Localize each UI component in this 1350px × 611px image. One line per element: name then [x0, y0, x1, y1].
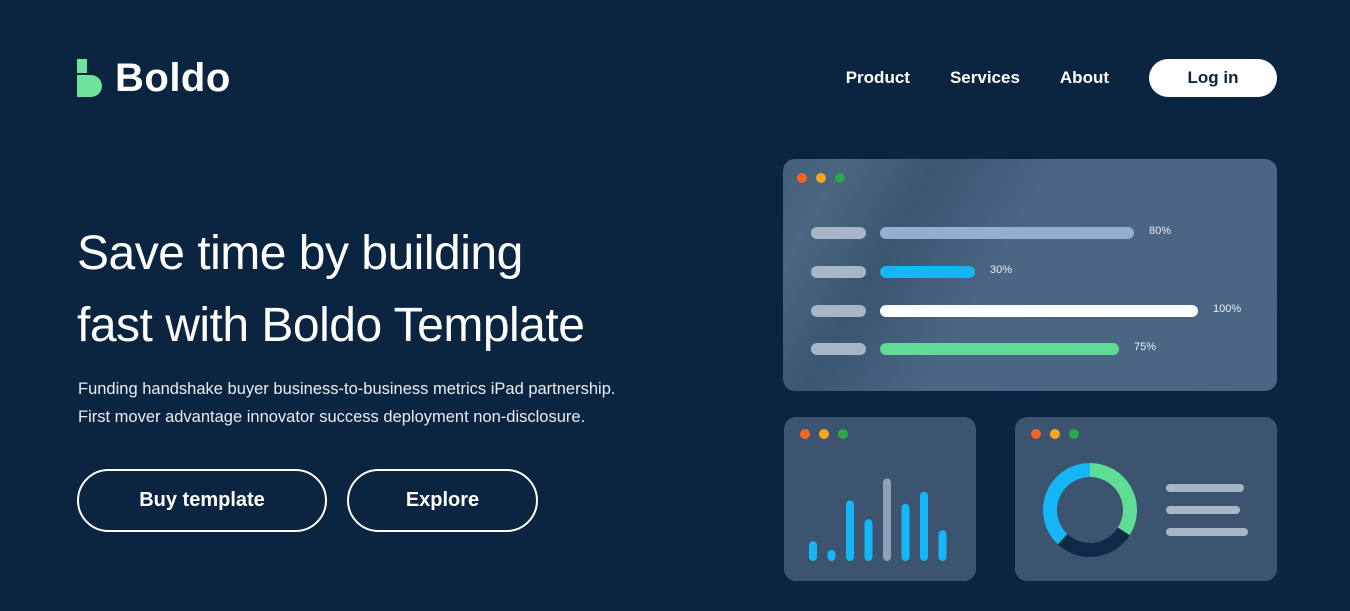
- progress-bar: [880, 266, 975, 278]
- progress-card: 80% 30% 100% 75%: [783, 159, 1277, 391]
- progress-row-label-placeholder: [811, 305, 866, 317]
- hero-title-line: fast with Boldo Template: [77, 299, 585, 352]
- chart-bar: [938, 530, 947, 561]
- explore-button[interactable]: Explore: [347, 469, 538, 532]
- chart-bar: [809, 541, 817, 561]
- nav-link-product[interactable]: Product: [846, 58, 910, 98]
- progress-percent: 30%: [990, 264, 1013, 276]
- hero-title-line: Save time by building: [77, 227, 523, 280]
- donut-segment: [1057, 527, 1130, 557]
- window-dots: [797, 173, 845, 183]
- progress-bar: [880, 305, 1198, 317]
- chart-bar: [846, 500, 854, 561]
- login-button[interactable]: Log in: [1149, 59, 1277, 97]
- nav-link-services[interactable]: Services: [950, 58, 1020, 98]
- brand-logo[interactable]: Boldo: [77, 56, 231, 100]
- progress-bar: [880, 343, 1119, 355]
- buy-template-button[interactable]: Buy template: [77, 469, 327, 532]
- chart-bar: [920, 491, 928, 561]
- hero-description: Funding handshake buyer business-to-busi…: [78, 375, 698, 431]
- chart-bar: [864, 519, 873, 561]
- chart-bar: [901, 503, 910, 561]
- chart-bar: [827, 550, 836, 561]
- window-dot-green: [835, 173, 845, 183]
- progress-row-label-placeholder: [811, 227, 866, 239]
- hero-description-line: Funding handshake buyer business-to-busi…: [78, 380, 616, 398]
- window-dot-yellow: [816, 173, 826, 183]
- hero-title: Save time by building fast with Boldo Te…: [77, 218, 717, 362]
- window-dot-red: [797, 173, 807, 183]
- bar-chart-card: [784, 417, 976, 581]
- boldo-logo-icon: [77, 59, 102, 97]
- progress-percent: 80%: [1149, 225, 1172, 237]
- brand-name: Boldo: [115, 56, 231, 100]
- donut-chart-card: [1015, 417, 1277, 581]
- hero-description-line: First mover advantage innovator success …: [78, 408, 586, 426]
- main-nav: Product Services About Log in: [846, 58, 1277, 98]
- progress-bar: [880, 227, 1134, 239]
- bar-chart: [809, 478, 947, 561]
- progress-row-label-placeholder: [811, 266, 866, 278]
- donut-segment: [1089, 463, 1137, 536]
- progress-percent: 75%: [1134, 341, 1157, 353]
- donut-chart: [1043, 463, 1248, 557]
- progress-row-label-placeholder: [811, 343, 866, 355]
- nav-link-about[interactable]: About: [1060, 58, 1109, 98]
- progress-percent: 100%: [1213, 303, 1242, 315]
- donut-segment: [1043, 463, 1091, 545]
- chart-bar: [883, 478, 891, 561]
